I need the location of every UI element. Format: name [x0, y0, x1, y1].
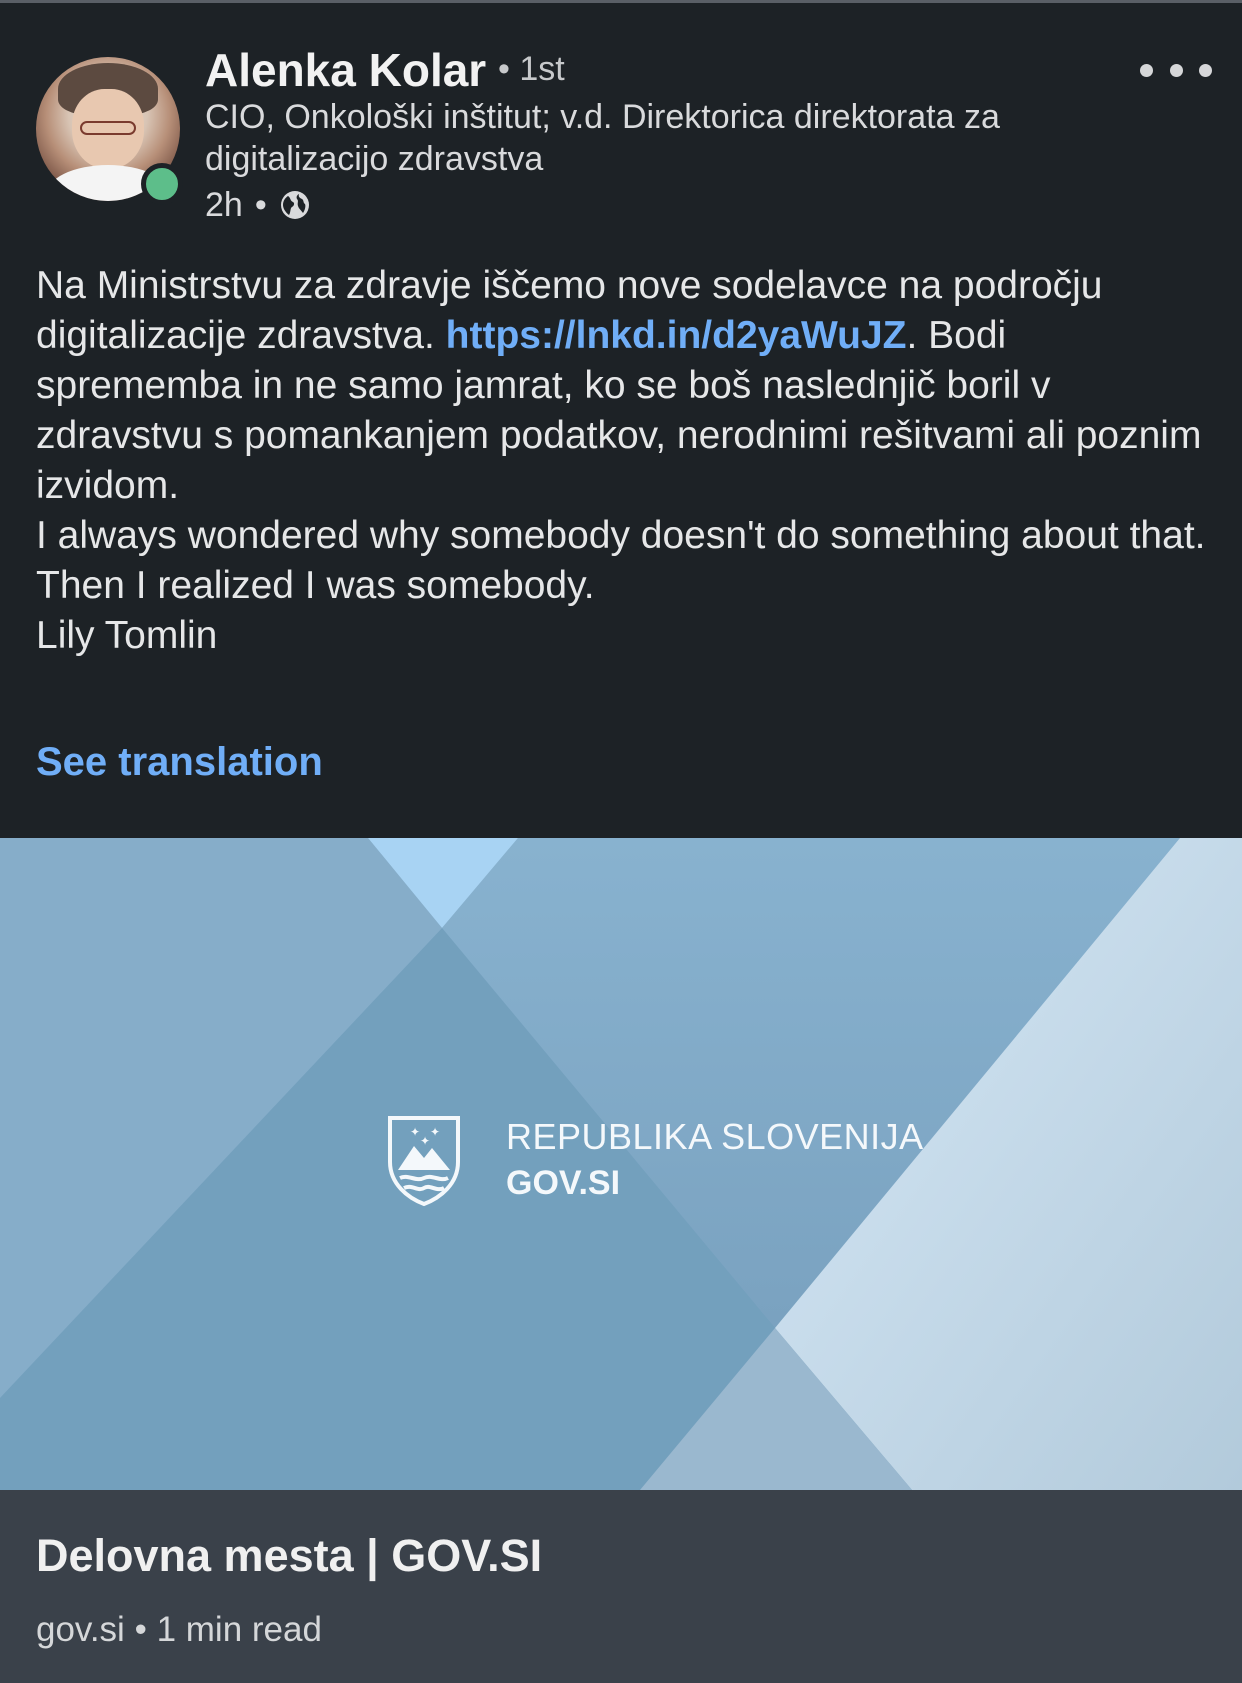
avatar-glasses	[80, 121, 136, 135]
post-body: Na Ministrstvu za zdravje iščemo nove so…	[36, 261, 1216, 661]
link-card-separator: •	[134, 1610, 147, 1649]
online-status-indicator	[141, 163, 183, 205]
author-name[interactable]: Alenka Kolar	[205, 42, 486, 98]
meta-separator: •	[254, 186, 267, 224]
link-card-domain: gov.si	[36, 1610, 125, 1649]
post-link[interactable]: https://lnkd.in/d2yaWuJZ	[446, 314, 907, 357]
link-card-source: gov.si • 1 min read	[36, 1608, 322, 1652]
author-headline: CIO, Onkološki inštitut; v.d. Direktoric…	[205, 98, 1000, 178]
see-translation-link[interactable]: See translation	[36, 737, 323, 787]
connection-degree: • 1st	[498, 50, 565, 88]
post-body-paragraph: Na Ministrstvu za zdravje iščemo nove so…	[36, 261, 1216, 511]
gov-si-logo: ✦ ✦ ✦ REPUBLIKA SLOVENIJA GOV.SI	[384, 1112, 924, 1208]
gov-si-logo-text: REPUBLIKA SLOVENIJA GOV.SI	[506, 1114, 924, 1206]
logo-republic-name: REPUBLIKA SLOVENIJA	[506, 1116, 924, 1157]
link-card-footer[interactable]	[0, 1490, 1242, 1683]
svg-text:✦: ✦	[430, 1125, 440, 1139]
svg-text:✦: ✦	[410, 1125, 420, 1139]
post-time: 2h	[205, 186, 243, 224]
post-meta: 2h •	[205, 184, 311, 226]
more-dot	[1140, 63, 1153, 77]
slovenia-coat-of-arms-icon: ✦ ✦ ✦	[388, 1116, 460, 1207]
link-card-title[interactable]: Delovna mesta | GOV.SI	[36, 1528, 542, 1584]
svg-text:✦: ✦	[420, 1134, 430, 1148]
more-options-icon[interactable]	[1140, 52, 1212, 88]
post-quote-author: Lily Tomlin	[36, 614, 218, 657]
more-dot	[1169, 63, 1183, 77]
globe-icon	[280, 191, 309, 219]
logo-domain: GOV.SI	[506, 1164, 621, 1202]
link-card-read-time: 1 min read	[156, 1610, 322, 1649]
more-dot	[1199, 63, 1212, 77]
post-quote: I always wondered why somebody doesn't d…	[36, 514, 1206, 607]
